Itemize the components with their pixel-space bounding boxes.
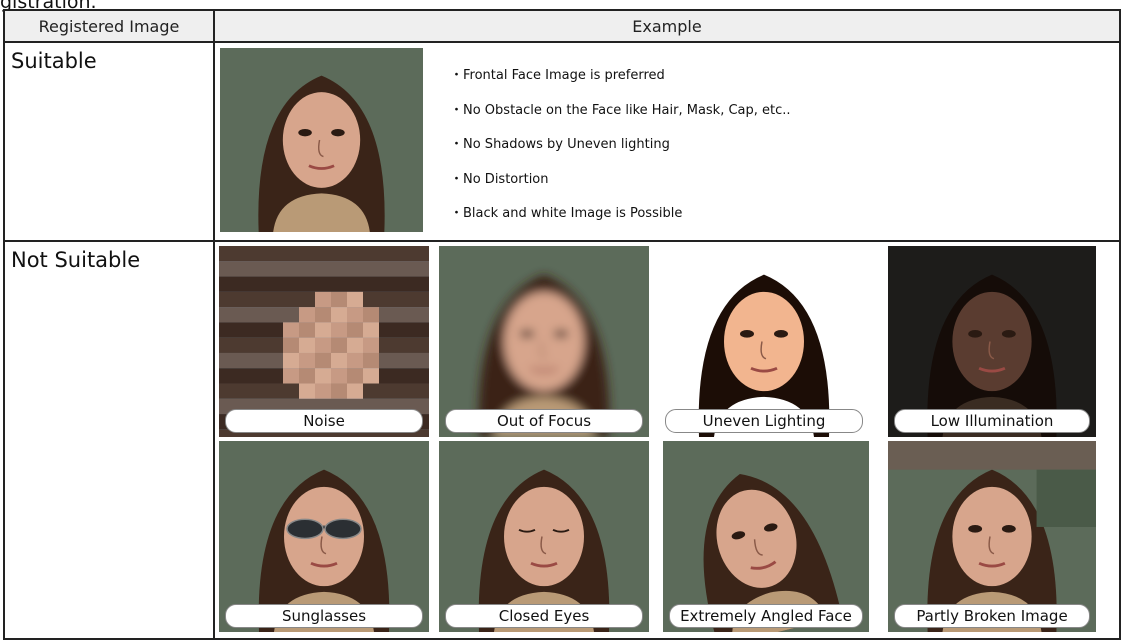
example-closed-eyes: Closed Eyes <box>439 441 649 632</box>
suitable-requirements-list: ・Frontal Face Image is preferred ・No Obs… <box>450 59 791 232</box>
not-suitable-example-grid: Noise Out of Focus Uneven Lighting Low I… <box>215 242 1119 638</box>
table-row: Suitable ・Frontal Face Image is preferre… <box>3 41 1121 242</box>
list-item: ・No Obstacle on the Face like Hair, Mask… <box>450 102 791 118</box>
table-header-row: Registered Image Example <box>3 9 1121 43</box>
example-caption: Extremely Angled Face <box>669 604 863 628</box>
example-caption: Sunglasses <box>225 604 423 628</box>
suitable-label: Suitable <box>11 49 97 73</box>
list-item: ・Black and white Image is Possible <box>450 206 683 221</box>
row-label-suitable: Suitable <box>3 41 215 242</box>
table-row: Not Suitable Noise Out of Focus Uneven L… <box>3 240 1121 640</box>
face-image-guidelines-table: Registered Image Example Suitable ・Front… <box>3 9 1121 640</box>
example-caption: Uneven Lighting <box>665 409 863 433</box>
example-caption: Closed Eyes <box>445 604 643 628</box>
example-uneven-lighting: Uneven Lighting <box>659 246 869 437</box>
example-caption: Noise <box>225 409 423 433</box>
header-registered-image: Registered Image <box>3 9 215 43</box>
example-out-of-focus: Out of Focus <box>439 246 649 437</box>
example-caption: Low Illumination <box>894 409 1090 433</box>
header-example: Example <box>213 9 1121 43</box>
example-noise: Noise <box>219 246 429 437</box>
suitable-example-cell: ・Frontal Face Image is preferred ・No Obs… <box>213 41 1121 242</box>
suitable-face-photo <box>220 48 423 232</box>
list-item: ・No Distortion <box>450 171 549 187</box>
not-suitable-example-cell: Noise Out of Focus Uneven Lighting Low I… <box>213 240 1121 640</box>
example-extremely-angled-face: Extremely Angled Face <box>663 441 869 632</box>
example-low-illumination: Low Illumination <box>888 246 1096 437</box>
list-item: ・No Shadows by Uneven lighting <box>450 137 670 152</box>
example-partly-broken-image: Partly Broken Image <box>888 441 1096 632</box>
row-label-not-suitable: Not Suitable <box>3 240 215 640</box>
example-sunglasses: Sunglasses <box>219 441 429 632</box>
list-item: ・Frontal Face Image is preferred <box>450 68 665 83</box>
face-photo-icon <box>220 48 423 232</box>
example-caption: Partly Broken Image <box>894 604 1090 628</box>
suitable-example-area: ・Frontal Face Image is preferred ・No Obs… <box>215 43 1119 240</box>
not-suitable-label: Not Suitable <box>11 248 141 272</box>
example-caption: Out of Focus <box>445 409 643 433</box>
